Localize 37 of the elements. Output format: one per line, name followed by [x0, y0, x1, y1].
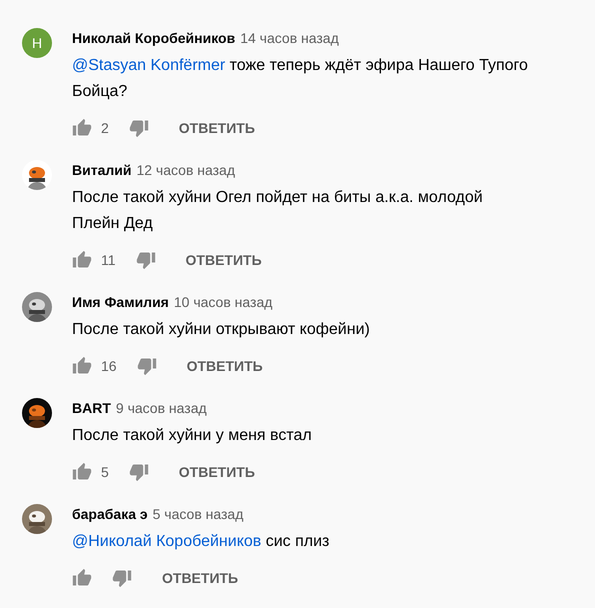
mention-link[interactable]: @Николай Коробейников	[72, 533, 262, 550]
comment-text: @Stasyan Konfërmer тоже теперь ждёт эфира Нашего Тупого Бойца?	[72, 56, 529, 102]
thumbs-down-icon[interactable]	[136, 250, 156, 270]
reply-button[interactable]: ОТВЕТИТЬ	[152, 566, 248, 590]
mention-link[interactable]: @Stasyan Konfërmer	[72, 57, 226, 74]
reply-button[interactable]: ОТВЕТИТЬ	[176, 248, 272, 272]
author-name[interactable]: BART	[72, 400, 111, 416]
thumbs-down-icon[interactable]	[128, 118, 149, 138]
author-name[interactable]: Николай Коробейников	[72, 30, 236, 46]
thumbs-up-icon[interactable]	[72, 250, 92, 270]
thumbs-down-icon[interactable]	[112, 568, 132, 588]
comment-time[interactable]: 10 часов назад	[174, 294, 272, 310]
comment-time[interactable]: 12 часов назад	[136, 162, 236, 178]
thumbs-down-icon[interactable]	[136, 356, 157, 376]
comment-text: После такой хуйни у меня встал	[72, 426, 313, 446]
like-count: 5	[101, 464, 109, 480]
avatar[interactable]: Н	[22, 28, 52, 58]
comment-time[interactable]: 5 часов назад	[152, 506, 244, 522]
comment-text: После такой хуйни открывают кофейни)	[72, 320, 371, 340]
comment-text: @Николай Коробейников сис плиз	[72, 532, 330, 552]
like-count: 16	[101, 358, 117, 374]
like-count: 2	[101, 120, 109, 136]
author-name[interactable]: Виталий	[72, 162, 132, 178]
reply-button[interactable]: ОТВЕТИТЬ	[176, 354, 273, 378]
comment-time[interactable]: 14 часов назад	[240, 30, 339, 46]
reply-button[interactable]: ОТВЕТИТЬ	[168, 460, 265, 484]
comment-text: После такой хуйни Огел пойдет на биты а.к.а. молодой Плейн Дед	[72, 188, 484, 234]
comment-time[interactable]: 9 часов назад	[116, 400, 207, 416]
thumbs-down-icon[interactable]	[128, 462, 149, 482]
author-name[interactable]: Имя Фамилия	[72, 294, 169, 310]
like-count: 11	[101, 252, 116, 268]
author-name[interactable]: барабака э	[72, 506, 148, 522]
thumbs-up-icon[interactable]	[72, 462, 92, 482]
thumbs-up-icon[interactable]	[72, 568, 92, 588]
reply-button[interactable]: ОТВЕТИТЬ	[168, 116, 265, 140]
thumbs-up-icon[interactable]	[72, 356, 92, 376]
thumbs-up-icon[interactable]	[72, 118, 92, 138]
